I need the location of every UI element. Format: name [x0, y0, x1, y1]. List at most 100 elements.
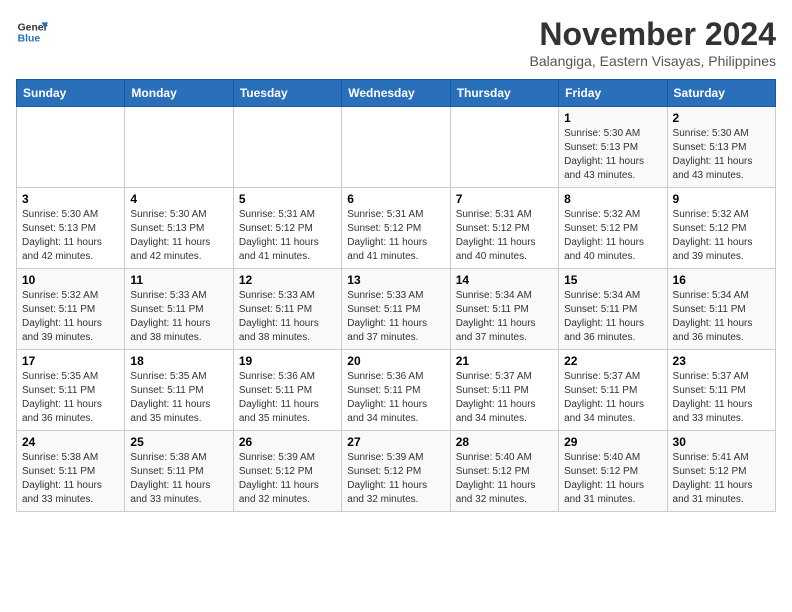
day-number: 30: [673, 435, 770, 449]
calendar-cell: 8 Sunrise: 5:32 AM Sunset: 5:12 PM Daylig…: [559, 188, 667, 269]
calendar-cell: 29 Sunrise: 5:40 AM Sunset: 5:12 PM Dayli…: [559, 431, 667, 512]
calendar-week-3: 10 Sunrise: 5:32 AM Sunset: 5:11 PM Dayli…: [17, 269, 776, 350]
day-header-saturday: Saturday: [667, 80, 775, 107]
day-info: Sunrise: 5:30 AM Sunset: 5:13 PM Dayligh…: [673, 127, 770, 183]
day-info: Sunrise: 5:36 AM Sunset: 5:11 PM Dayligh…: [347, 370, 444, 426]
calendar-cell: 12 Sunrise: 5:33 AM Sunset: 5:11 PM Dayli…: [233, 269, 341, 350]
day-header-sunday: Sunday: [17, 80, 125, 107]
day-info: Sunrise: 5:33 AM Sunset: 5:11 PM Dayligh…: [347, 289, 444, 345]
day-number: 8: [564, 192, 661, 206]
logo-icon: General Blue: [16, 16, 48, 48]
day-number: 2: [673, 111, 770, 125]
day-info: Sunrise: 5:37 AM Sunset: 5:11 PM Dayligh…: [673, 370, 770, 426]
calendar-cell: 25Sunrise: 5:38 AM Sunset: 5:11 PM Dayli…: [125, 431, 233, 512]
calendar-cell: 23 Sunrise: 5:37 AM Sunset: 5:11 PM Dayli…: [667, 350, 775, 431]
day-number: 11: [130, 273, 227, 287]
calendar-cell: 5Sunrise: 5:31 AM Sunset: 5:12 PM Daylig…: [233, 188, 341, 269]
day-info: Sunrise: 5:30 AM Sunset: 5:13 PM Dayligh…: [130, 208, 227, 264]
calendar-cell: 21 Sunrise: 5:37 AM Sunset: 5:11 PM Dayli…: [450, 350, 558, 431]
day-number: 4: [130, 192, 227, 206]
day-number: 18: [130, 354, 227, 368]
calendar-cell: 27Sunrise: 5:39 AM Sunset: 5:12 PM Dayli…: [342, 431, 450, 512]
day-number: 26: [239, 435, 336, 449]
day-number: 19: [239, 354, 336, 368]
day-number: 17: [22, 354, 119, 368]
calendar-cell: 6Sunrise: 5:31 AM Sunset: 5:12 PM Daylig…: [342, 188, 450, 269]
calendar-cell: 19 Sunrise: 5:36 AM Sunset: 5:11 PM Dayli…: [233, 350, 341, 431]
calendar-cell: [450, 107, 558, 188]
calendar-cell: 18 Sunrise: 5:35 AM Sunset: 5:11 PM Dayli…: [125, 350, 233, 431]
day-number: 10: [22, 273, 119, 287]
logo: General Blue: [16, 16, 48, 48]
day-number: 14: [456, 273, 553, 287]
day-info: Sunrise: 5:39 AM Sunset: 5:12 PM Dayligh…: [239, 451, 336, 507]
calendar-cell: [17, 107, 125, 188]
day-info: Sunrise: 5:32 AM Sunset: 5:12 PM Dayligh…: [564, 208, 661, 264]
day-number: 29: [564, 435, 661, 449]
calendar-cell: 7 Sunrise: 5:31 AM Sunset: 5:12 PM Daylig…: [450, 188, 558, 269]
day-number: 3: [22, 192, 119, 206]
day-number: 22: [564, 354, 661, 368]
page-header: General Blue November 2024 Balangiga, Ea…: [16, 16, 776, 69]
day-number: 21: [456, 354, 553, 368]
calendar-cell: 16 Sunrise: 5:34 AM Sunset: 5:11 PM Dayli…: [667, 269, 775, 350]
title-block: November 2024 Balangiga, Eastern Visayas…: [530, 16, 776, 69]
day-number: 5: [239, 192, 336, 206]
calendar-header-row: SundayMondayTuesdayWednesdayThursdayFrid…: [17, 80, 776, 107]
day-info: Sunrise: 5:32 AM Sunset: 5:11 PM Dayligh…: [22, 289, 119, 345]
calendar-week-1: 1 Sunrise: 5:30 AM Sunset: 5:13 PM Daylig…: [17, 107, 776, 188]
calendar-cell: 1 Sunrise: 5:30 AM Sunset: 5:13 PM Daylig…: [559, 107, 667, 188]
day-header-wednesday: Wednesday: [342, 80, 450, 107]
day-number: 24: [22, 435, 119, 449]
calendar-cell: 2 Sunrise: 5:30 AM Sunset: 5:13 PM Daylig…: [667, 107, 775, 188]
day-info: Sunrise: 5:39 AM Sunset: 5:12 PM Dayligh…: [347, 451, 444, 507]
day-number: 12: [239, 273, 336, 287]
day-number: 15: [564, 273, 661, 287]
day-info: Sunrise: 5:40 AM Sunset: 5:12 PM Dayligh…: [456, 451, 553, 507]
location-subtitle: Balangiga, Eastern Visayas, Philippines: [530, 53, 776, 69]
day-info: Sunrise: 5:30 AM Sunset: 5:13 PM Dayligh…: [564, 127, 661, 183]
day-info: Sunrise: 5:35 AM Sunset: 5:11 PM Dayligh…: [130, 370, 227, 426]
day-number: 23: [673, 354, 770, 368]
calendar-cell: 4 Sunrise: 5:30 AM Sunset: 5:13 PM Daylig…: [125, 188, 233, 269]
day-info: Sunrise: 5:33 AM Sunset: 5:11 PM Dayligh…: [130, 289, 227, 345]
day-number: 6: [347, 192, 444, 206]
day-number: 13: [347, 273, 444, 287]
calendar-cell: 17Sunrise: 5:35 AM Sunset: 5:11 PM Dayli…: [17, 350, 125, 431]
calendar-cell: 20Sunrise: 5:36 AM Sunset: 5:11 PM Dayli…: [342, 350, 450, 431]
calendar-cell: 9Sunrise: 5:32 AM Sunset: 5:12 PM Daylig…: [667, 188, 775, 269]
calendar-cell: [125, 107, 233, 188]
day-number: 9: [673, 192, 770, 206]
day-number: 28: [456, 435, 553, 449]
day-info: Sunrise: 5:37 AM Sunset: 5:11 PM Dayligh…: [564, 370, 661, 426]
calendar-body: 1 Sunrise: 5:30 AM Sunset: 5:13 PM Daylig…: [17, 107, 776, 512]
svg-text:Blue: Blue: [18, 34, 41, 45]
calendar-cell: 13 Sunrise: 5:33 AM Sunset: 5:11 PM Dayli…: [342, 269, 450, 350]
day-info: Sunrise: 5:38 AM Sunset: 5:11 PM Dayligh…: [22, 451, 119, 507]
calendar-cell: 28 Sunrise: 5:40 AM Sunset: 5:12 PM Dayli…: [450, 431, 558, 512]
day-number: 7: [456, 192, 553, 206]
calendar-cell: [342, 107, 450, 188]
day-info: Sunrise: 5:31 AM Sunset: 5:12 PM Dayligh…: [456, 208, 553, 264]
calendar-cell: 22 Sunrise: 5:37 AM Sunset: 5:11 PM Dayli…: [559, 350, 667, 431]
day-header-monday: Monday: [125, 80, 233, 107]
day-number: 1: [564, 111, 661, 125]
day-info: Sunrise: 5:34 AM Sunset: 5:11 PM Dayligh…: [673, 289, 770, 345]
day-header-tuesday: Tuesday: [233, 80, 341, 107]
calendar-week-4: 17 Sunrise: 5:35 AM Sunset: 5:11 PM Dayli…: [17, 350, 776, 431]
day-info: Sunrise: 5:30 AM Sunset: 5:13 PM Dayligh…: [22, 208, 119, 264]
day-number: 16: [673, 273, 770, 287]
day-header-friday: Friday: [559, 80, 667, 107]
day-info: Sunrise: 5:36 AM Sunset: 5:11 PM Dayligh…: [239, 370, 336, 426]
calendar-cell: 26 Sunrise: 5:39 AM Sunset: 5:12 PM Dayli…: [233, 431, 341, 512]
day-info: Sunrise: 5:34 AM Sunset: 5:11 PM Dayligh…: [456, 289, 553, 345]
day-info: Sunrise: 5:40 AM Sunset: 5:12 PM Dayligh…: [564, 451, 661, 507]
calendar-cell: [233, 107, 341, 188]
calendar-cell: 10 Sunrise: 5:32 AM Sunset: 5:11 PM Dayli…: [17, 269, 125, 350]
day-info: Sunrise: 5:37 AM Sunset: 5:11 PM Dayligh…: [456, 370, 553, 426]
day-info: Sunrise: 5:33 AM Sunset: 5:11 PM Dayligh…: [239, 289, 336, 345]
calendar-cell: 24 Sunrise: 5:38 AM Sunset: 5:11 PM Dayli…: [17, 431, 125, 512]
day-info: Sunrise: 5:38 AM Sunset: 5:11 PM Dayligh…: [130, 451, 227, 507]
calendar-cell: 11 Sunrise: 5:33 AM Sunset: 5:11 PM Dayli…: [125, 269, 233, 350]
month-title: November 2024: [530, 16, 776, 53]
